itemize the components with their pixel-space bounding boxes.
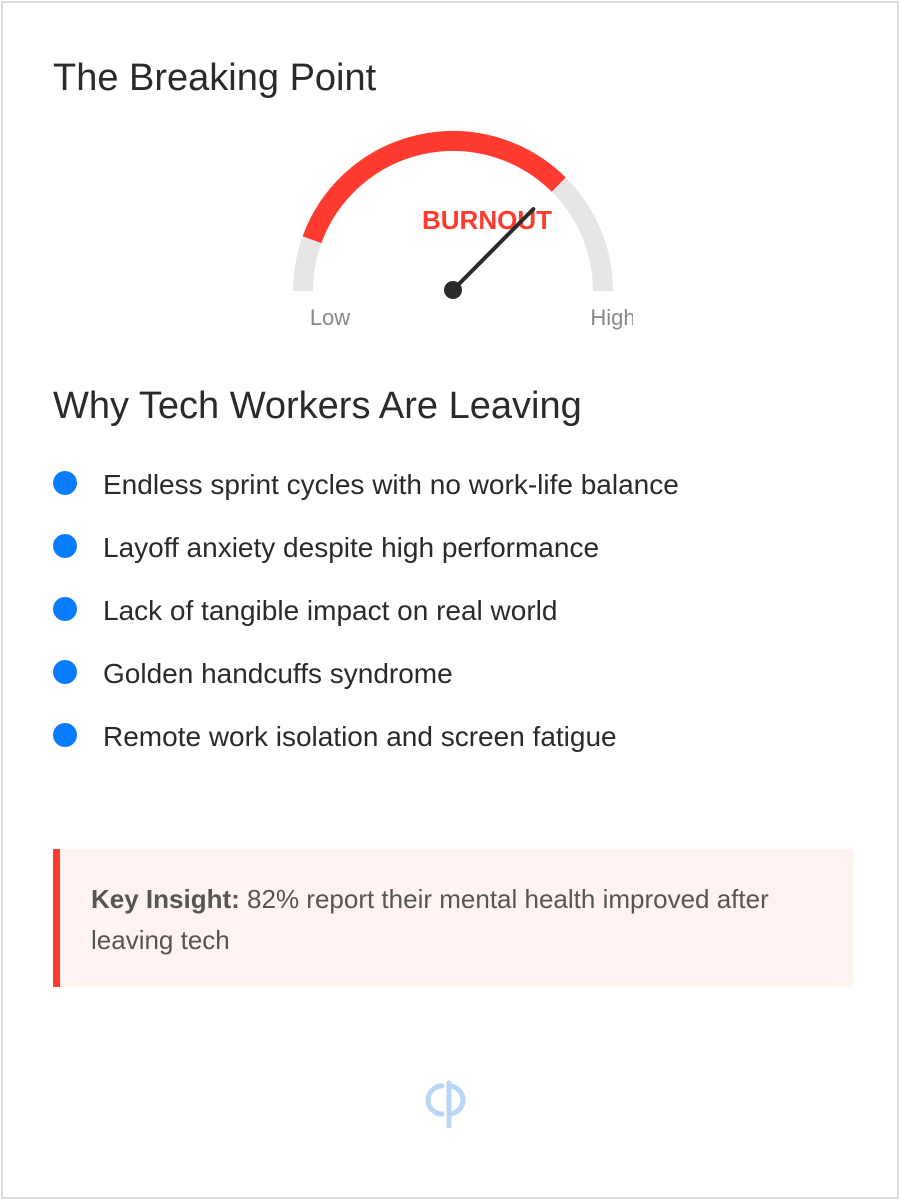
list-item-text: Lack of tangible impact on real world — [103, 595, 558, 626]
list-item-text: Remote work isolation and screen fatigue — [103, 721, 617, 752]
list-item: Golden handcuffs syndrome — [51, 654, 851, 717]
bullet-dot-icon — [53, 723, 77, 747]
bullet-dot-icon — [53, 597, 77, 621]
burnout-gauge: BURNOUT Low High — [293, 131, 633, 330]
list-item: Lack of tangible impact on real world — [51, 591, 851, 654]
section-title: Why Tech Workers Are Leaving — [53, 385, 582, 427]
list-item: Remote work isolation and screen fatigue — [51, 717, 851, 780]
bullet-dot-icon — [53, 534, 77, 558]
key-insight-callout: Key Insight: 82% report their mental hea… — [53, 849, 853, 987]
bullet-dot-icon — [53, 471, 77, 495]
key-insight-label: Key Insight: — [91, 884, 240, 914]
card: The Breaking Point BURNOUT Low High Why … — [1, 1, 899, 1199]
brand-logo-icon — [425, 1080, 466, 1129]
list-item: Layoff anxiety despite high performance — [51, 528, 851, 591]
list-item: Endless sprint cycles with no work-life … — [51, 465, 851, 528]
gauge-min-label: Low — [310, 305, 350, 330]
list-item-text: Golden handcuffs syndrome — [103, 658, 453, 689]
reasons-list: Endless sprint cycles with no work-life … — [51, 465, 851, 780]
page-title: The Breaking Point — [53, 57, 377, 99]
bullet-dot-icon — [53, 660, 77, 684]
list-item-text: Endless sprint cycles with no work-life … — [103, 469, 679, 500]
gauge-pivot — [444, 281, 462, 299]
list-item-text: Layoff anxiety despite high performance — [103, 532, 600, 563]
gauge-max-label: High — [590, 305, 633, 330]
